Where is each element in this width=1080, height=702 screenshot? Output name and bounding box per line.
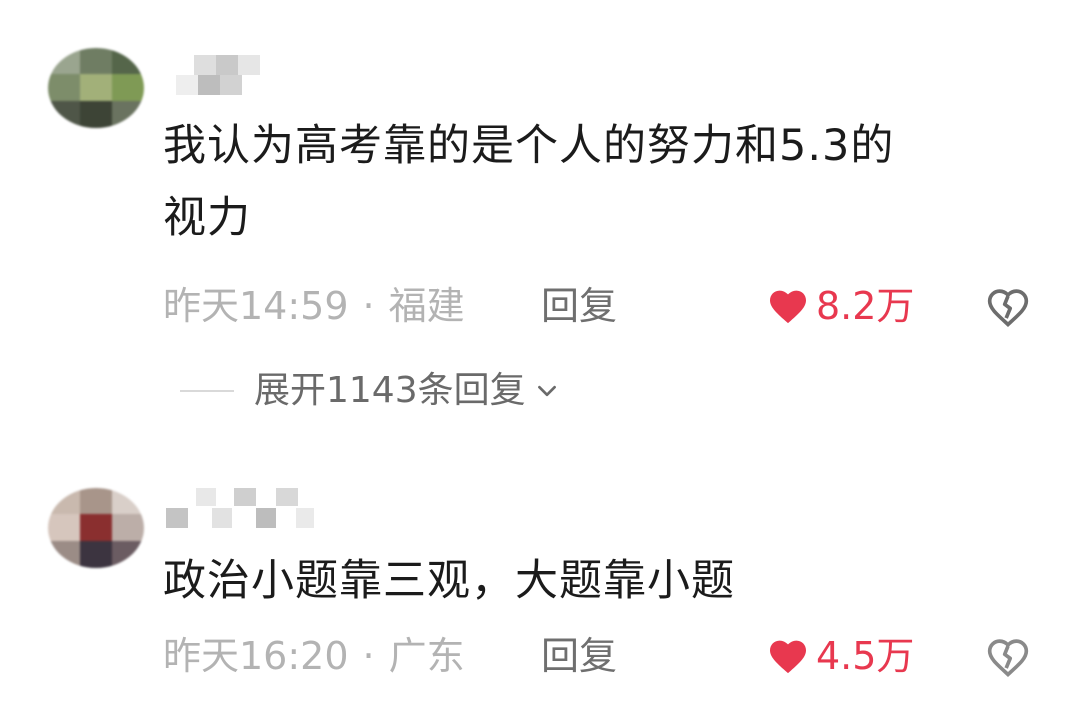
comment-meta: 昨天16:20 · 广东 [163,632,465,680]
reply-button[interactable]: 回复 [541,282,617,330]
meta-separator: · [362,634,375,678]
comment-text-line: 我认为高考靠的是个人的努力和5.3的 [163,121,895,171]
heart-icon [770,290,806,324]
like-count: 8.2万 [816,284,915,328]
comment-text-line: 政治小题靠三观，大题靠小题 [163,556,735,606]
username-blurred[interactable] [166,55,316,95]
comment-time: 昨天16:20 [163,634,349,678]
like-button[interactable]: 8.2万 [768,282,914,330]
avatar[interactable] [48,488,144,568]
comment-text: 我认为高考靠的是个人的努力和5.3的 视力 [163,110,1023,254]
comment-text: 政治小题靠三观，大题靠小题 [163,545,1023,617]
broken-heart-icon[interactable] [986,286,1030,330]
comment-item-2: 政治小题靠三观，大题靠小题 昨天16:20 · 广东 回复 4.5万 [0,470,1080,702]
like-button[interactable]: 4.5万 [768,632,914,680]
comment-location: 福建 [388,284,465,328]
like-count: 4.5万 [816,634,915,678]
comment-time: 昨天14:59 [163,284,349,328]
divider-line [180,390,234,392]
comment-text-line: 视力 [163,193,251,243]
expand-replies-button[interactable]: 展开1143条回复 [180,367,560,415]
username-blurred[interactable] [166,488,316,528]
reply-button[interactable]: 回复 [541,632,617,680]
comment-item-1: 我认为高考靠的是个人的努力和5.3的 视力 昨天14:59 · 福建 回复 8.2万… [0,0,1080,430]
comment-location: 广东 [388,634,465,678]
chevron-down-icon [537,385,556,397]
meta-separator: · [362,284,375,328]
broken-heart-icon[interactable] [986,636,1030,680]
expand-replies-label: 展开1143条回复 [254,370,526,411]
comment-meta: 昨天14:59 · 福建 [163,282,465,330]
avatar[interactable] [48,48,144,128]
heart-icon [770,640,806,674]
